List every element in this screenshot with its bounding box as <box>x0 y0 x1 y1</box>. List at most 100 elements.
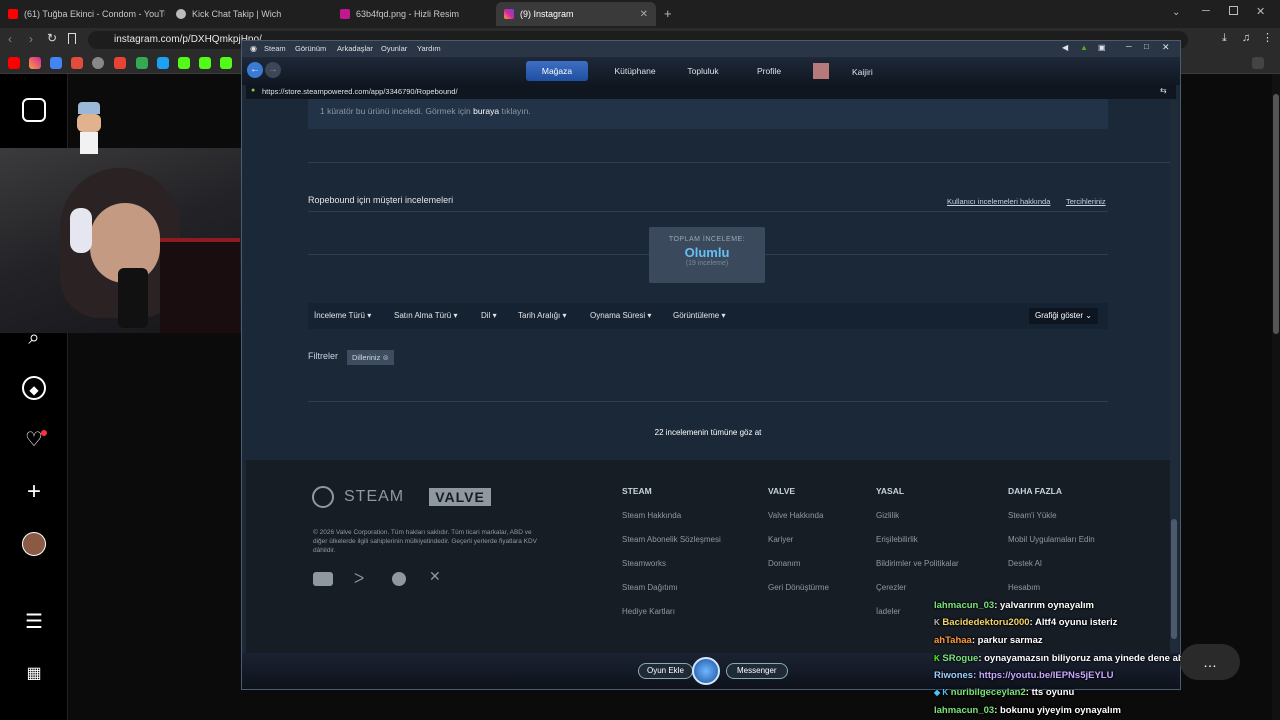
footer-link[interactable]: Mobil Uygulamaları Edin <box>1008 535 1095 544</box>
tab-profile[interactable]: Profile <box>738 61 800 81</box>
footer-link[interactable]: Çerezler <box>876 583 906 592</box>
menu-icon[interactable]: ⋮ <box>1262 31 1273 44</box>
tab-store[interactable]: Mağaza <box>526 61 588 81</box>
menu-steam[interactable]: Steam <box>264 44 286 53</box>
about-reviews-link[interactable]: Kullanıcı incelemeleri hakkında <box>947 197 1050 206</box>
filter-purchase-type[interactable]: Satın Alma Türü ▾ <box>394 303 457 329</box>
steam-nav-bar: ← → Mağaza Kütüphane Topluluk Profile Ka… <box>242 57 1180 85</box>
drive-bookmark-icon[interactable] <box>136 57 148 69</box>
kick-bookmark-icon-2[interactable] <box>199 57 211 69</box>
bookmark-icon-3[interactable] <box>50 57 62 69</box>
footer-link[interactable]: Steamworks <box>622 559 666 568</box>
tab-kick-chat[interactable]: Kick Chat Takip | Wich <box>168 2 328 26</box>
footer-link[interactable]: Erişilebilirlik <box>876 535 918 544</box>
tab-library[interactable]: Kütüphane <box>604 61 666 81</box>
announcement-icon[interactable]: ◀ <box>1062 43 1068 52</box>
kick-bookmark-icon[interactable] <box>178 57 190 69</box>
instagram-bookmark-icon[interactable] <box>29 57 41 69</box>
gmail-bookmark-icon[interactable] <box>114 57 126 69</box>
forward-arrow-icon[interactable]: → <box>265 62 281 78</box>
page-scroll-thumb[interactable] <box>1273 94 1279 334</box>
menu-help[interactable]: Yardım <box>417 44 441 53</box>
bookmark-icon-4[interactable] <box>71 57 83 69</box>
apps-grid-icon[interactable]: ▦ <box>22 662 46 686</box>
page-scrollbar[interactable] <box>1272 74 1280 720</box>
steam-close-icon[interactable]: ✕ <box>1162 42 1170 53</box>
remove-filter-icon[interactable]: ⊗ <box>382 353 388 362</box>
steam-center-logo-icon[interactable] <box>692 657 720 685</box>
more-options-bubble[interactable]: … <box>1180 644 1240 680</box>
bookmark-icon-8[interactable] <box>157 57 169 69</box>
facebook-social-icon[interactable] <box>392 572 406 586</box>
filter-date-range[interactable]: Tarih Aralığı ▾ <box>518 303 567 329</box>
instagram-logo-icon[interactable] <box>22 98 46 122</box>
more-menu-icon[interactable]: ☰ <box>22 610 46 634</box>
filter-display[interactable]: Görüntüleme ▾ <box>673 303 726 329</box>
footer-link[interactable]: Geri Dönüştürme <box>768 583 829 592</box>
footer-link[interactable]: Hediye Kartları <box>622 607 675 616</box>
tab-instagram[interactable]: (9) Instagram ✕ <box>496 2 656 26</box>
refresh-icon[interactable]: ⇆ <box>1160 86 1167 95</box>
tab-community[interactable]: Topluluk <box>672 61 734 81</box>
new-tab-button[interactable]: + <box>664 6 672 21</box>
globe-bookmark-icon[interactable] <box>92 57 104 69</box>
menu-games[interactable]: Oyunlar <box>381 44 407 53</box>
close-window-icon[interactable]: ✕ <box>1256 5 1265 18</box>
forward-icon[interactable]: › <box>29 32 33 46</box>
add-game-button[interactable]: Oyun Ekle <box>638 663 693 679</box>
create-icon[interactable]: + <box>22 480 46 504</box>
explore-icon[interactable]: ◆ <box>22 376 46 400</box>
youtube-bookmark-icon[interactable] <box>8 57 20 69</box>
footer-link[interactable]: İadeler <box>876 607 900 616</box>
footer-link[interactable]: Valve Hakkında <box>768 511 823 520</box>
filter-review-type[interactable]: İnceleme Türü ▾ <box>314 303 371 329</box>
see-all-reviews-link[interactable]: 22 incelemenin tümüne göz at <box>308 428 1108 437</box>
tab-youtube[interactable]: (61) Tuğba Ekinci - Condom - YouTub <box>0 2 165 26</box>
back-icon[interactable]: ‹ <box>8 32 12 46</box>
footer-link[interactable]: Destek Al <box>1008 559 1042 568</box>
notification-icon[interactable]: ▲ <box>1080 43 1088 52</box>
filter-tag-languages[interactable]: Dilleriniz ⊗ <box>347 350 394 365</box>
preferences-link[interactable]: Tercihleriniz <box>1066 197 1106 206</box>
reload-icon[interactable]: ↻ <box>47 31 57 45</box>
steam-url-text[interactable]: https://store.steampowered.com/app/33467… <box>262 87 458 96</box>
back-arrow-icon[interactable]: ← <box>247 62 263 78</box>
more-bookmarks-icon[interactable] <box>1252 57 1264 69</box>
menu-view[interactable]: Görünüm <box>295 44 326 53</box>
steam-scrollbar[interactable] <box>1170 99 1178 653</box>
steam-minimize-icon[interactable]: ─ <box>1126 42 1132 51</box>
filter-language[interactable]: Dil ▾ <box>481 303 497 329</box>
big-picture-icon[interactable]: ▣ <box>1098 43 1106 52</box>
footer-link[interactable]: Steam Abonelik Sözleşmesi <box>622 535 721 544</box>
messenger-button[interactable]: Messenger <box>726 663 788 679</box>
show-graph-button[interactable]: Grafiği göster ⌄ <box>1029 308 1098 324</box>
minimize-icon[interactable]: ─ <box>1202 5 1210 17</box>
youtube-social-icon[interactable] <box>313 572 333 586</box>
filter-playtime[interactable]: Oynama Süresi ▾ <box>590 303 651 329</box>
x-social-icon[interactable]: ✕ <box>429 568 441 585</box>
curator-link[interactable]: buraya <box>473 106 499 116</box>
profile-avatar[interactable] <box>22 532 46 556</box>
download-icon[interactable]: ⤓ <box>1222 32 1227 45</box>
address-text: instagram.com/p/DXHQmkpjHpo/ <box>114 34 262 45</box>
username[interactable]: Kaijiri <box>852 67 873 77</box>
maximize-icon[interactable] <box>1229 6 1238 15</box>
footer-link[interactable]: Donanım <box>768 559 800 568</box>
media-icon[interactable]: ♫ <box>1242 32 1250 44</box>
footer-link[interactable]: Kariyer <box>768 535 793 544</box>
footer-link[interactable]: Bildirimler ve Politikalar <box>876 559 959 568</box>
footer-link[interactable]: Gizlilik <box>876 511 899 520</box>
kick-bookmark-icon-3[interactable] <box>220 57 232 69</box>
menu-friends[interactable]: Arkadaşlar <box>337 44 373 53</box>
footer-link[interactable]: Steam'i Yükle <box>1008 511 1057 520</box>
bluesky-social-icon[interactable]: ᐳ <box>354 570 364 587</box>
tab-image[interactable]: 63b4fqd.png - Hizli Resim <box>332 2 492 26</box>
bookmark-icon[interactable] <box>68 33 76 44</box>
close-tab-icon[interactable]: ✕ <box>640 9 648 20</box>
tab-search-icon[interactable]: ⌄ <box>1172 7 1180 18</box>
user-avatar[interactable] <box>813 63 829 79</box>
badge-icon: ◆ K <box>934 688 949 697</box>
footer-link[interactable]: Steam Dağıtımı <box>622 583 678 592</box>
steam-maximize-icon[interactable]: □ <box>1144 42 1149 51</box>
footer-link[interactable]: Steam Hakkında <box>622 511 681 520</box>
